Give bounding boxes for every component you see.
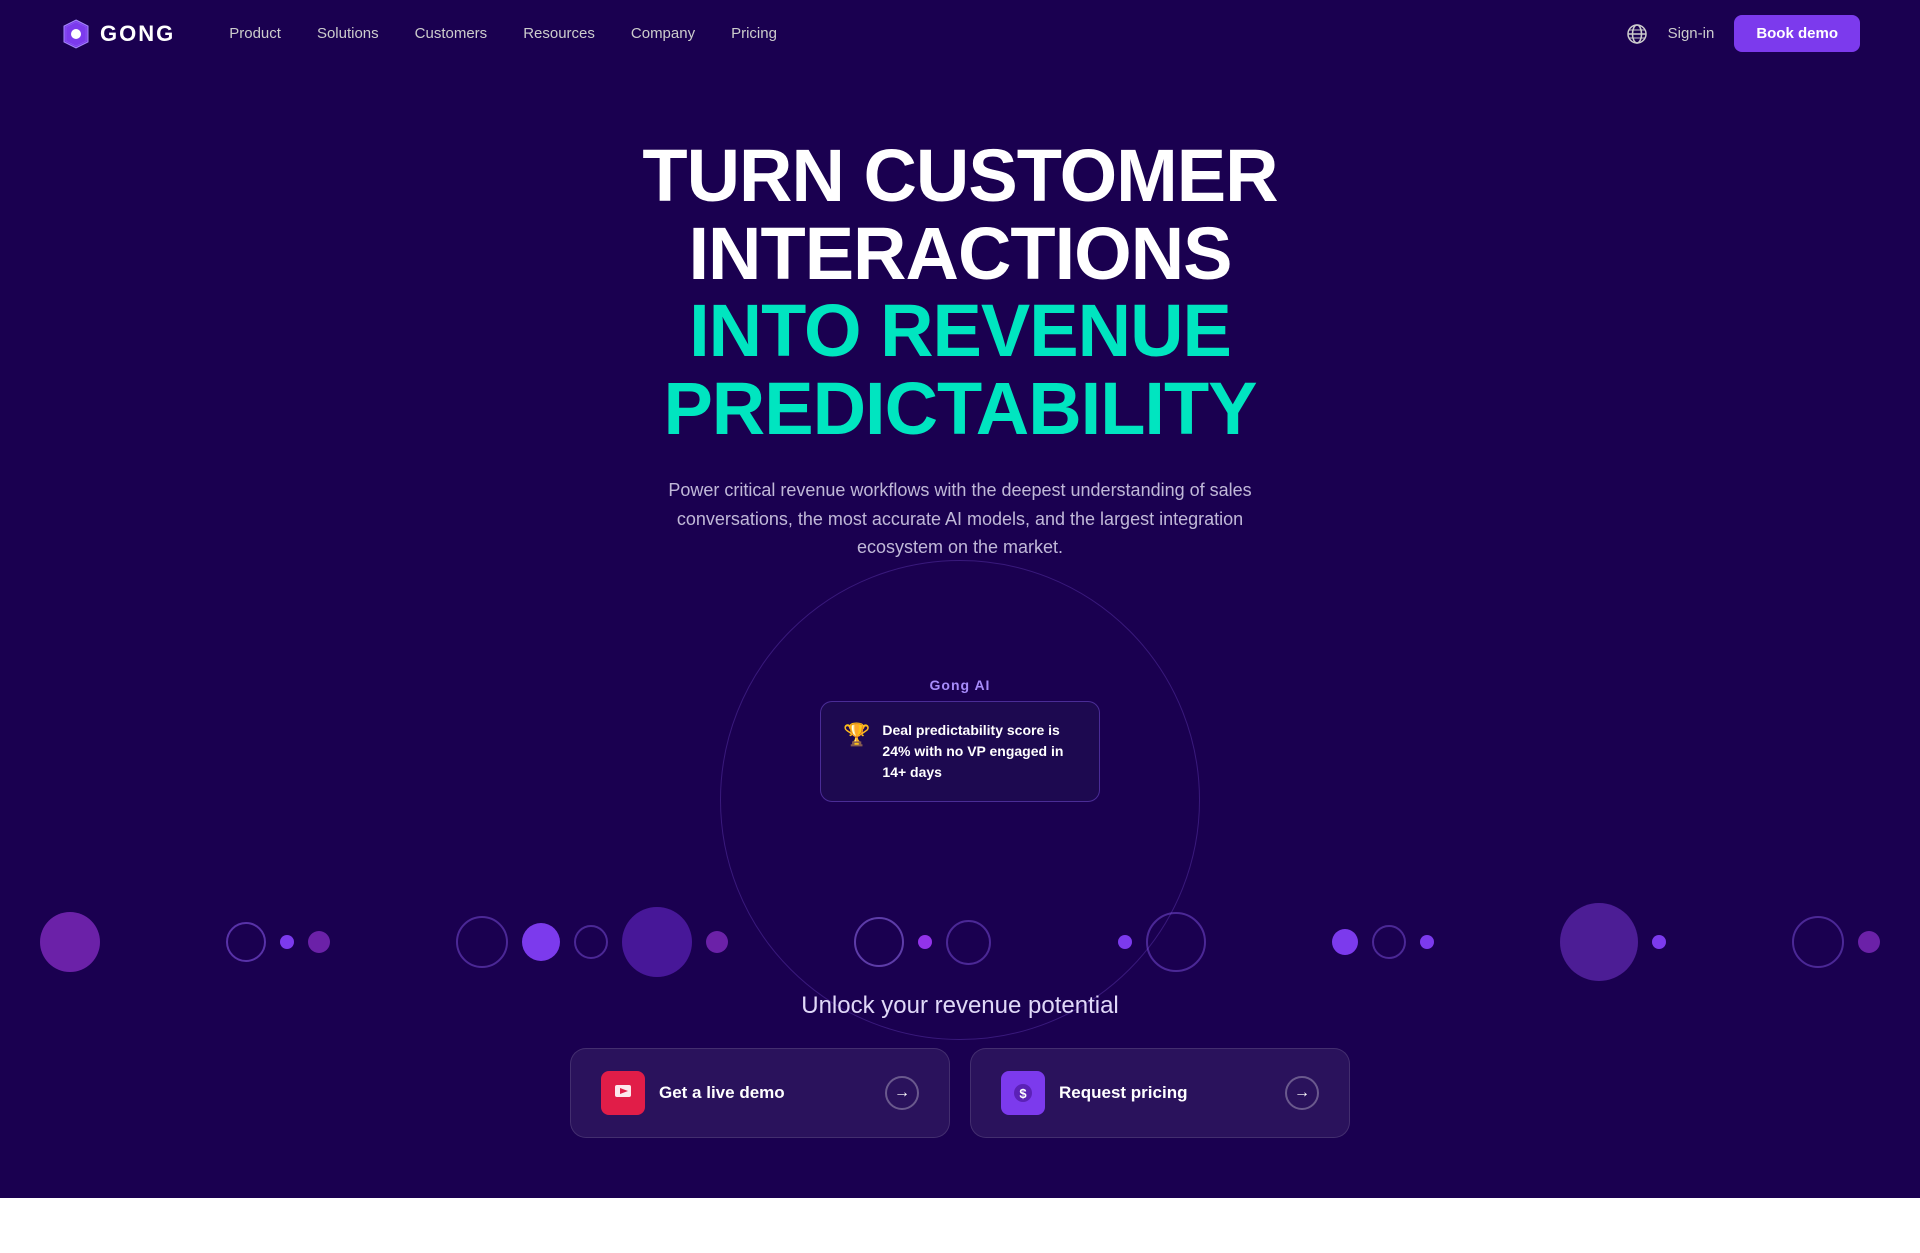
- pricing-arrow: →: [1285, 1076, 1319, 1110]
- nav-link-resources[interactable]: Resources: [509, 17, 609, 50]
- nav-link-company[interactable]: Company: [617, 17, 709, 50]
- circle-4: [308, 931, 330, 953]
- nav-link-solutions[interactable]: Solutions: [303, 17, 393, 50]
- circle-9: [706, 931, 728, 953]
- circle-2: [226, 922, 266, 962]
- globe-button[interactable]: [1626, 23, 1648, 45]
- nav-right: Sign-in Book demo: [1626, 15, 1860, 52]
- demo-arrow: →: [885, 1076, 919, 1110]
- circle-16: [1372, 925, 1406, 959]
- demo-icon: [601, 1071, 645, 1115]
- circle-3: [280, 935, 294, 949]
- svg-text:$: $: [1019, 1086, 1027, 1101]
- nav-left: GONG Product Solutions Customers Resourc…: [60, 17, 791, 50]
- signin-link[interactable]: Sign-in: [1668, 25, 1715, 42]
- circle-17: [1420, 935, 1434, 949]
- popup-text: Deal predictability score is 24% with no…: [882, 720, 1077, 783]
- pricing-card[interactable]: $ Request pricing →: [970, 1048, 1350, 1138]
- circle-1: [40, 912, 100, 972]
- nav-link-product[interactable]: Product: [215, 17, 295, 50]
- pricing-label: Request pricing: [1059, 1083, 1187, 1103]
- dollar-icon: $: [1012, 1082, 1034, 1104]
- circle-19: [1652, 935, 1666, 949]
- navbar: GONG Product Solutions Customers Resourc…: [0, 0, 1920, 67]
- hero-title-line2: INTO REVENUE PREDICTABILITY: [663, 289, 1256, 450]
- nav-link-pricing[interactable]: Pricing: [717, 17, 791, 50]
- cta-title: Unlock your revenue potential: [801, 992, 1119, 1020]
- demo-card[interactable]: Get a live demo →: [570, 1048, 950, 1138]
- globe-icon: [1626, 23, 1648, 45]
- circle-5: [456, 916, 508, 968]
- logo[interactable]: GONG: [60, 18, 175, 50]
- demo-label: Get a live demo: [659, 1083, 785, 1103]
- circle-7: [574, 925, 608, 959]
- circle-14: [1146, 912, 1206, 972]
- circle-13: [1118, 935, 1132, 949]
- circle-10: [854, 917, 904, 967]
- gong-logo-icon: [60, 18, 92, 50]
- book-demo-button[interactable]: Book demo: [1734, 15, 1860, 52]
- gong-ai-popup: 🏆 Deal predictability score is 24% with …: [820, 701, 1100, 802]
- cta-section: Unlock your revenue potential Get a live…: [570, 992, 1350, 1198]
- logo-text: GONG: [100, 21, 175, 47]
- popup-badge-icon: 🏆: [843, 722, 870, 748]
- circle-15: [1332, 929, 1358, 955]
- orbital-area: Gong AI 🏆 Deal predictability score is 2…: [480, 592, 1440, 912]
- gong-ai-label: Gong AI: [930, 677, 991, 693]
- cta-buttons: Get a live demo → $ Request pricing →: [570, 1048, 1350, 1138]
- hero-title-line1: TURN CUSTOMER INTERACTIONS: [642, 134, 1277, 295]
- pricing-icon: $: [1001, 1071, 1045, 1115]
- nav-links: Product Solutions Customers Resources Co…: [215, 17, 791, 50]
- circle-18: [1560, 903, 1638, 981]
- circle-21: [1858, 931, 1880, 953]
- hero-subtitle: Power critical revenue workflows with th…: [640, 476, 1280, 562]
- circle-8: [622, 907, 692, 977]
- play-icon: [613, 1083, 633, 1103]
- circle-6: [522, 923, 560, 961]
- nav-link-customers[interactable]: Customers: [401, 17, 502, 50]
- circle-20: [1792, 916, 1844, 968]
- circle-12: [946, 920, 991, 965]
- bottom-bar: [0, 1198, 1920, 1253]
- hero-section: TURN CUSTOMER INTERACTIONS INTO REVENUE …: [0, 67, 1920, 1198]
- gong-ai-card: Gong AI 🏆 Deal predictability score is 2…: [820, 677, 1100, 802]
- circles-row: [0, 902, 1920, 982]
- hero-title: TURN CUSTOMER INTERACTIONS INTO REVENUE …: [410, 137, 1510, 448]
- circle-11: [918, 935, 932, 949]
